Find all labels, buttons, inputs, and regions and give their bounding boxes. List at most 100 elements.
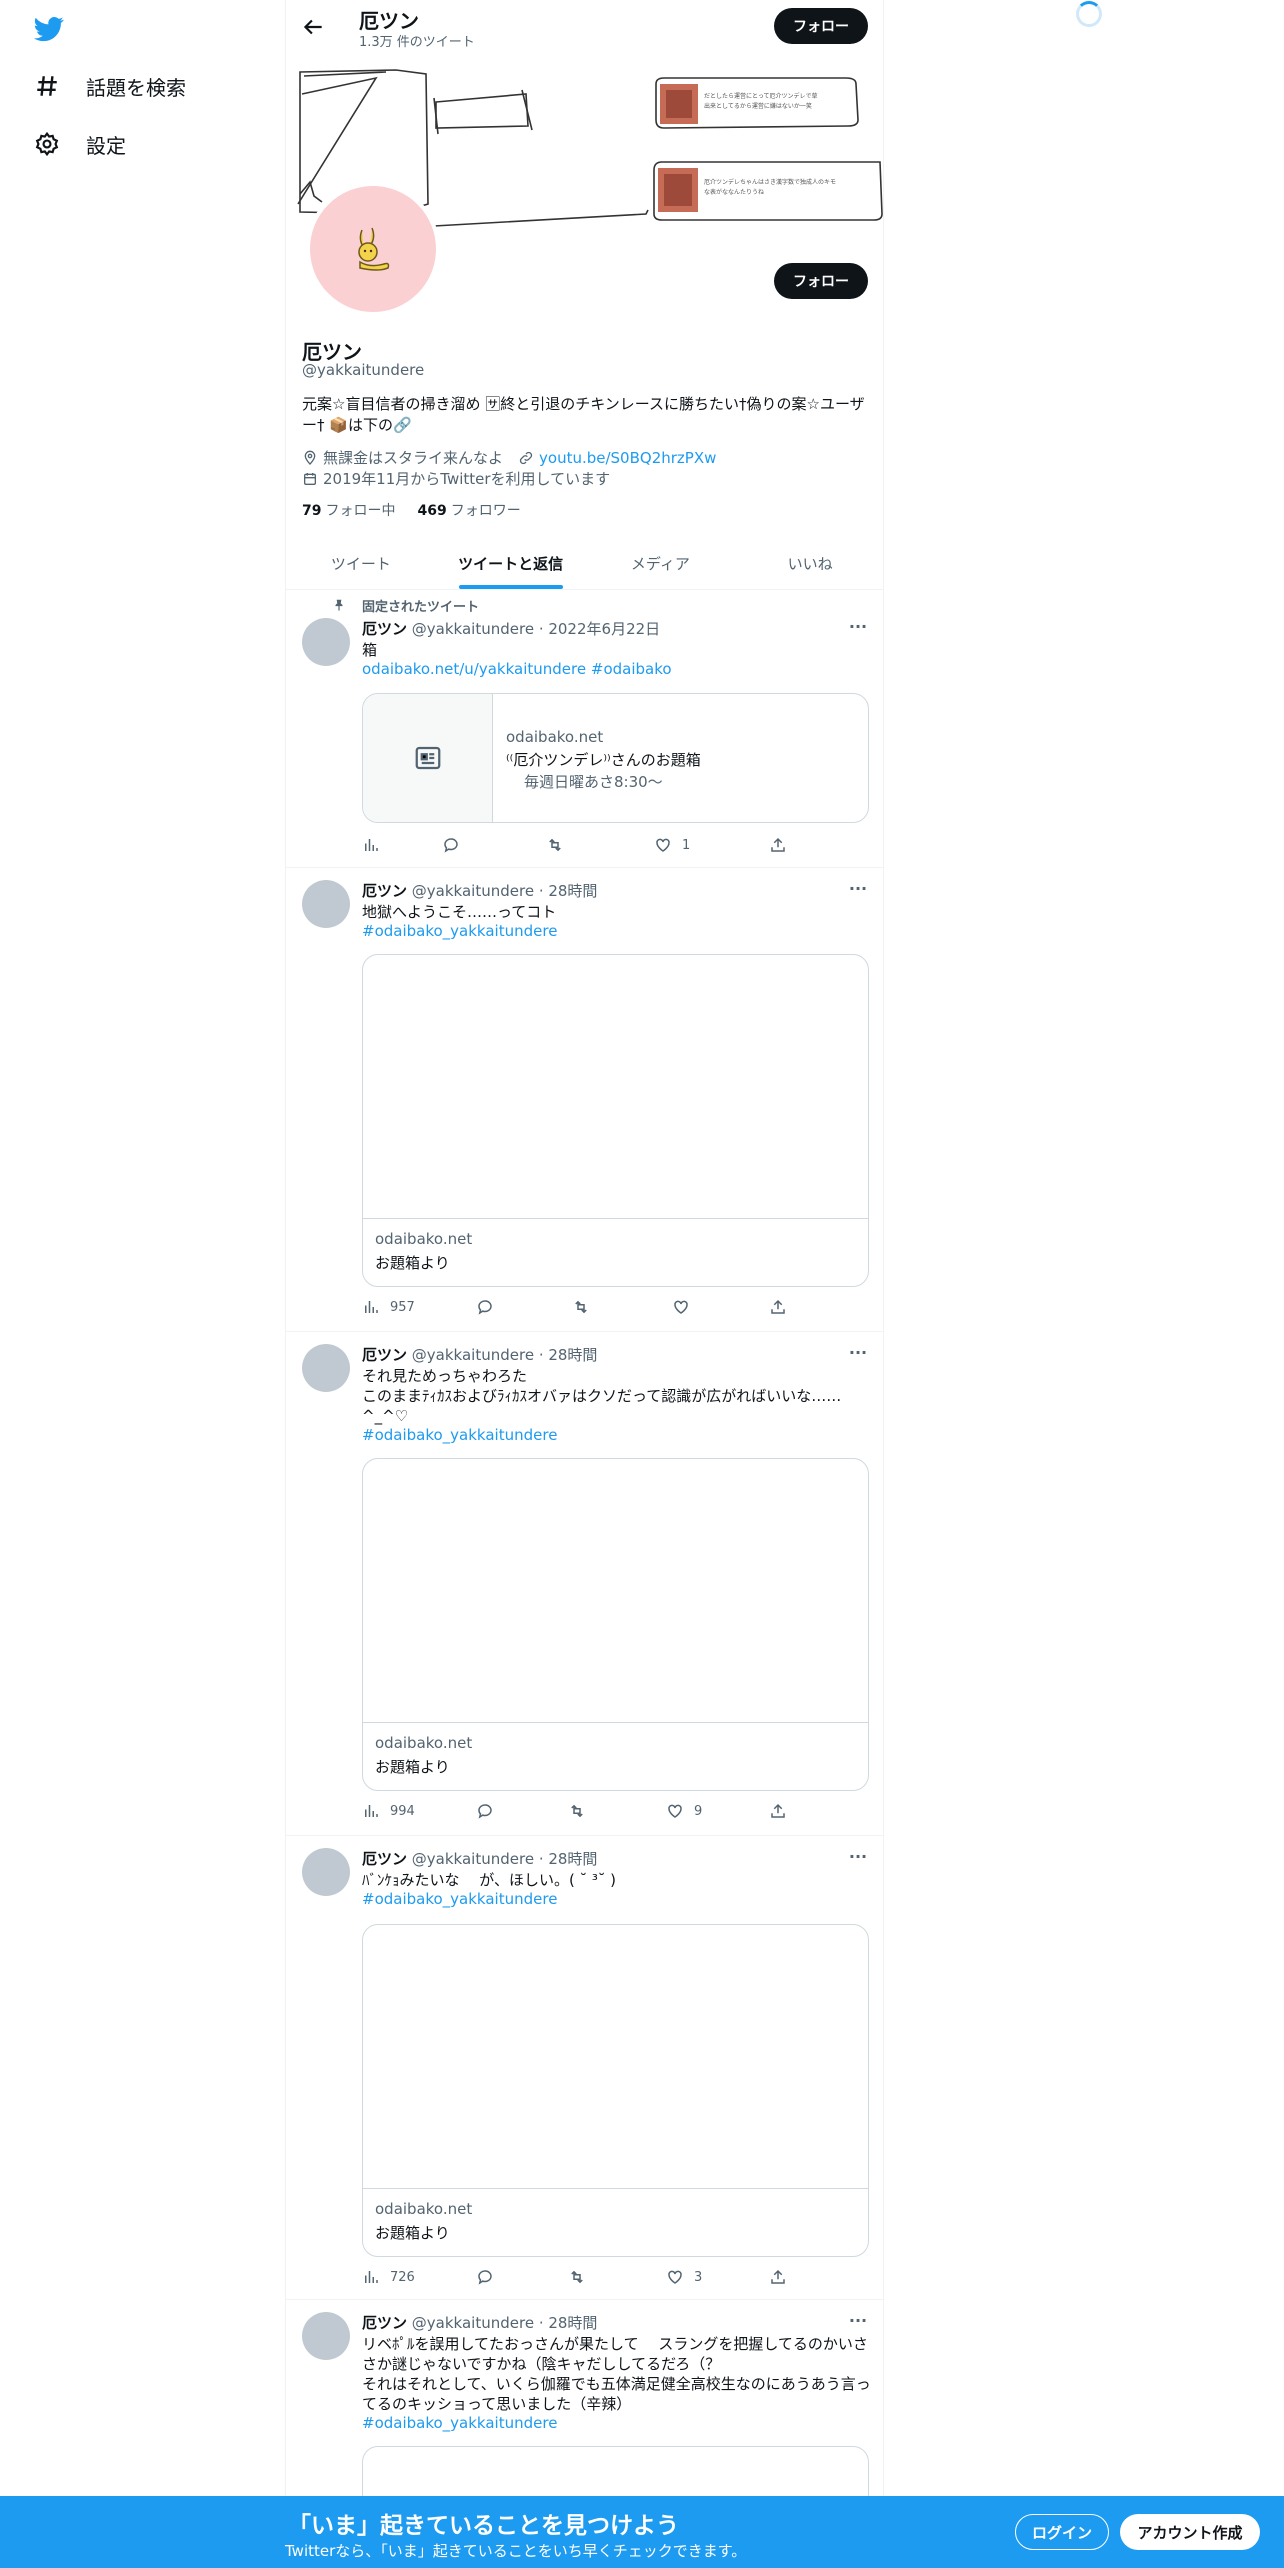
hashtag-link[interactable]: #odaibako_yakkaitundere	[362, 2414, 557, 2432]
share-action[interactable]	[769, 1298, 787, 1316]
left-nav: 話題を検索 設定	[0, 0, 285, 2568]
card-image	[363, 1925, 868, 2189]
share-action[interactable]	[769, 2268, 787, 2286]
link-card[interactable]: odaibako.net ⁽⁽厄介ツンデレ⁾⁾さんのお題箱 毎週日曜あさ8:30…	[362, 693, 869, 823]
svg-text:厄介ツンデレちゃんはさき漢字数で独成人のキモ: 厄介ツンデレちゃんはさき漢字数で独成人のキモ	[704, 178, 836, 186]
nav-explore[interactable]: 話題を検索	[34, 66, 186, 106]
tweet-avatar[interactable]	[302, 618, 350, 666]
views-action[interactable]: 726	[362, 2268, 415, 2286]
more-options-icon[interactable]: ···	[847, 2313, 869, 2336]
signup-banner-subtitle: Twitterなら、「いま」起きていることをいち早くチェックできます。	[285, 2542, 747, 2560]
signup-banner: 「いま」起きていることを見つけよう Twitterなら、「いま」起きていることを…	[0, 2496, 1284, 2568]
like-action[interactable]: 1	[654, 836, 690, 854]
nav-settings[interactable]: 設定	[34, 124, 126, 164]
share-action[interactable]	[769, 1802, 787, 1820]
tweet-header: 厄ツン @yakkaitundere · 28時間	[362, 1850, 598, 1868]
twitter-logo-icon[interactable]	[32, 14, 66, 44]
avatar-character-icon	[358, 227, 390, 271]
followers-stat[interactable]: 469 フォロワー	[417, 500, 520, 520]
tab-media[interactable]: メディア	[586, 537, 736, 589]
card-title: お題箱より	[375, 1758, 450, 1776]
tweet-links: odaibako.net/u/yakkaitundere #odaibako	[362, 660, 672, 678]
tab-tweets-and-replies[interactable]: ツイートと返信	[436, 537, 586, 589]
retweet-icon	[575, 1300, 587, 1314]
main-column: 厄ツン 1.3万 件のツイート フォロー だとしたら運営にとって厄介ツンデレで草	[285, 0, 884, 2568]
hashtag-link[interactable]: #odaibako_yakkaitundere	[362, 1426, 557, 1444]
tweet-actions: 994 9	[362, 1802, 785, 1822]
tweet-avatar[interactable]	[302, 1848, 350, 1896]
like-action[interactable]	[672, 1298, 700, 1316]
link-card[interactable]: odaibako.net お題箱より	[362, 1458, 869, 1791]
tweet-avatar[interactable]	[302, 880, 350, 928]
more-options-icon[interactable]: ···	[847, 881, 869, 904]
signup-banner-title: 「いま」起きていることを見つけよう	[288, 2513, 679, 2539]
like-action[interactable]: 3	[666, 2268, 702, 2286]
profile-bio: 元案☆盲目信者の掃き溜め 🈂終と引退のチキンレースに勝ちたい†偽りの案☆ユーザー…	[302, 395, 865, 434]
more-options-icon[interactable]: ···	[847, 619, 869, 642]
article-icon	[415, 746, 440, 770]
more-options-icon[interactable]: ···	[847, 1345, 869, 1368]
card-domain: odaibako.net	[375, 1734, 473, 1752]
nav-explore-label: 話題を検索	[86, 75, 186, 100]
hashtag-link[interactable]: #odaibako_yakkaitundere	[362, 1890, 557, 1908]
reply-action[interactable]	[442, 836, 460, 854]
tweet-actions: 957	[362, 1298, 785, 1318]
profile-follow-button[interactable]: フォロー	[774, 263, 868, 299]
reply-icon	[478, 2270, 492, 2285]
following-stat[interactable]: 79 フォロー中	[302, 500, 395, 520]
views-action[interactable]: 994	[362, 1802, 415, 1820]
profile-website-link[interactable]: youtu.be/S0BQ2hrzPXw	[539, 449, 716, 467]
profile-joined: 2019年11月からTwitterを利用しています	[302, 468, 610, 489]
tab-tweets[interactable]: ツイート	[286, 537, 436, 589]
hashtag-link[interactable]: #odaibako_yakkaitundere	[362, 922, 557, 940]
retweet-action[interactable]	[546, 836, 564, 854]
tweet[interactable]: 厄ツン @yakkaitundere · 28時間 ··· ﾊﾞﾝｹｮみたいな …	[286, 1836, 883, 2300]
retweet-action[interactable]	[572, 1298, 590, 1316]
reply-action[interactable]	[476, 1298, 494, 1316]
views-icon	[365, 839, 378, 851]
link-card[interactable]: odaibako.net お題箱より	[362, 954, 869, 1287]
svg-text:な表がななんたりうね: な表がななんたりうね	[704, 188, 764, 196]
more-options-icon[interactable]: ···	[847, 1849, 869, 1872]
signup-button[interactable]: アカウント作成	[1120, 2514, 1260, 2550]
hashtag-link[interactable]: #odaibako	[591, 660, 672, 678]
views-action[interactable]: 957	[362, 1298, 415, 1316]
tweet-text: 箱	[362, 641, 378, 659]
login-button[interactable]: ログイン	[1015, 2514, 1109, 2550]
tweet[interactable]: 厄ツン @yakkaitundere · 28時間 ··· それ見ためっちゃわろ…	[286, 1332, 883, 1836]
tweet-avatar[interactable]	[302, 1344, 350, 1392]
location-pin-icon	[304, 450, 316, 465]
retweet-icon	[549, 838, 561, 852]
joined-text: 2019年11月からTwitterを利用しています	[323, 470, 611, 488]
retweet-icon	[571, 2270, 583, 2284]
share-icon	[771, 837, 785, 852]
profile-avatar[interactable]	[306, 182, 440, 316]
tweet-avatar[interactable]	[302, 2312, 350, 2360]
reply-icon	[444, 838, 458, 853]
card-domain: odaibako.net	[375, 1230, 473, 1248]
header-follow-button[interactable]: フォロー	[774, 8, 868, 44]
link-card[interactable]: odaibako.net お題箱より	[362, 1924, 869, 2257]
tweet[interactable]: 厄ツン @yakkaitundere · 28時間 ··· 地獄へようこそ……っ…	[286, 868, 883, 1332]
tweet-header: 厄ツン @yakkaitundere · 28時間	[362, 882, 598, 900]
heart-icon	[656, 838, 670, 852]
share-action[interactable]	[769, 836, 787, 854]
tweet[interactable]: 固定されたツイート 厄ツン @yakkaitundere · 2022年6月22…	[286, 590, 883, 868]
svg-text:出来としてるから運営に嫌はないか一笑: 出来としてるから運営に嫌はないか一笑	[704, 102, 812, 110]
profile-location: 無課金はスタライ来んなよ youtu.be/S0BQ2hrzPXw	[302, 447, 716, 468]
retweet-action[interactable]	[568, 1802, 586, 1820]
like-action[interactable]: 9	[666, 1802, 702, 1820]
reply-icon	[478, 1804, 492, 1819]
reply-icon	[478, 1300, 492, 1315]
reply-action[interactable]	[476, 1802, 494, 1820]
heart-icon	[674, 1300, 688, 1314]
tab-likes[interactable]: いいね	[735, 537, 883, 589]
tweet-header: 厄ツン @yakkaitundere · 28時間	[362, 2314, 598, 2332]
card-image	[363, 1459, 868, 1723]
back-arrow-icon[interactable]	[300, 14, 326, 40]
tweet-url-link[interactable]: odaibako.net/u/yakkaitundere	[362, 660, 586, 678]
views-action[interactable]	[362, 836, 390, 854]
retweet-action[interactable]	[568, 2268, 586, 2286]
reply-action[interactable]	[476, 2268, 494, 2286]
location-text: 無課金はスタライ来んなよ	[323, 449, 504, 467]
